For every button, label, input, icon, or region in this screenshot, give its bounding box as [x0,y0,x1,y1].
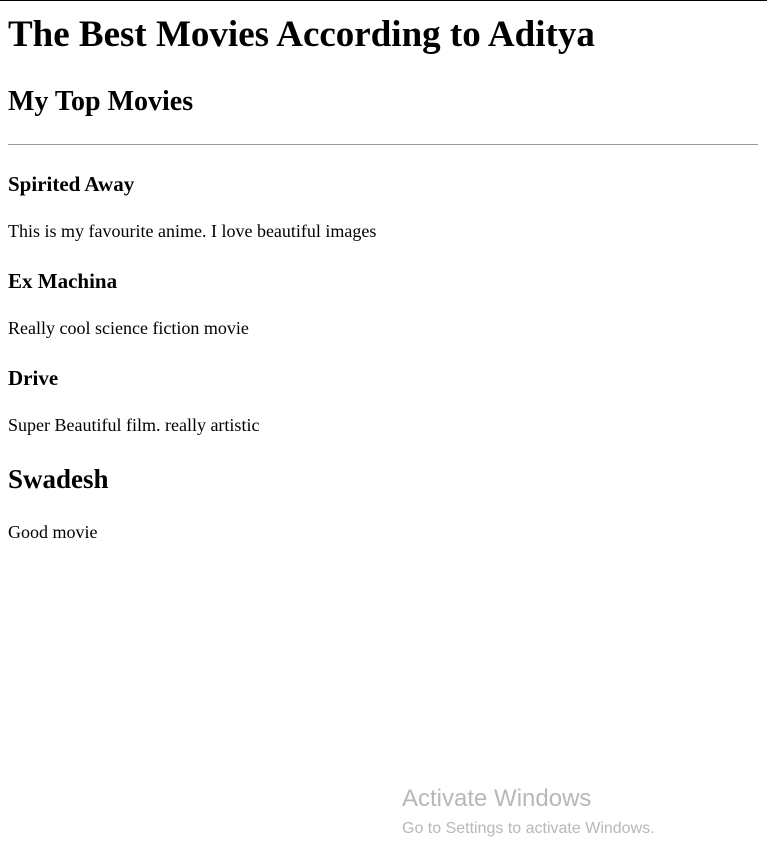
divider [8,144,758,145]
section-heading: My Top Movies [8,86,194,117]
page-title: The Best Movies According to Aditya [8,14,595,55]
movie-title-swadesh: Swadesh [8,464,109,494]
movie-description-ex-machina: Really cool science fiction movie [8,318,249,338]
watermark-subtitle: Go to Settings to activate Windows. [402,820,655,837]
activation-watermark: Activate Windows Go to Settings to activ… [402,785,655,839]
watermark-title: Activate Windows [402,785,592,812]
movie-title-ex-machina: Ex Machina [8,269,118,293]
movie-description-drive: Super Beautiful film. really artistic [8,415,260,435]
movie-description-spirited-away: This is my favourite anime. I love beaut… [8,221,377,241]
movie-description-swadesh: Good movie [8,522,98,542]
movie-title-spirited-away: Spirited Away [8,172,135,196]
movie-title-drive: Drive [8,366,59,390]
